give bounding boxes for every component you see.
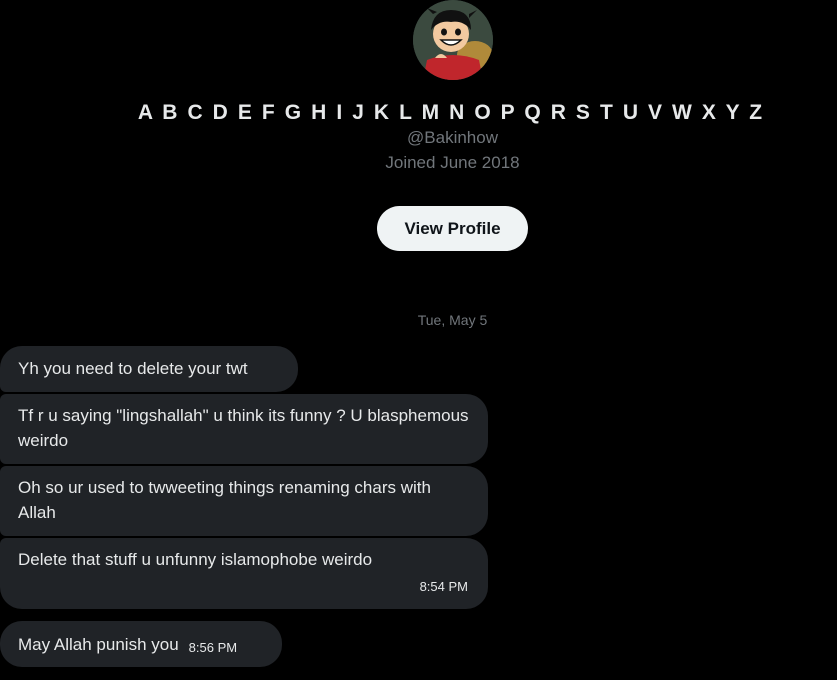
cartoon-character-avatar-icon (413, 0, 493, 80)
view-profile-button[interactable]: View Profile (377, 206, 528, 251)
message-text: Tf r u saying "lingshallah" u think its … (18, 406, 469, 450)
message-text: Oh so ur used to twweeting things renami… (18, 478, 431, 522)
message-bubble[interactable]: Tf r u saying "lingshallah" u think its … (0, 394, 488, 464)
message-timestamp: 8:56 PM (188, 639, 238, 655)
message-timestamp: 8:54 PM (419, 579, 468, 594)
message-bubble[interactable]: Delete that stuff u unfunny islamophobe … (0, 538, 488, 609)
message-text: Yh you need to delete your twt (18, 359, 248, 378)
message-bubble[interactable]: May Allah punish you 8:56 PM (0, 621, 282, 667)
profile-display-name: A B C D E F G H I J K L M N O P Q R S T … (137, 101, 765, 124)
profile-handle[interactable]: @Bakinhow (0, 128, 837, 148)
message-bubble[interactable]: Oh so ur used to twweeting things renami… (0, 466, 488, 536)
message-bubble[interactable]: Yh you need to delete your twt (0, 346, 298, 392)
message-text: May Allah punish you (18, 634, 179, 654)
avatar[interactable] (413, 0, 493, 80)
dm-conversation: A B C D E F G H I J K L M N O P Q R S T … (0, 0, 837, 680)
date-separator: Tue, May 5 (417, 312, 488, 328)
profile-joined-date: Joined June 2018 (385, 153, 520, 172)
message-text: Delete that stuff u unfunny islamophobe … (18, 550, 373, 569)
